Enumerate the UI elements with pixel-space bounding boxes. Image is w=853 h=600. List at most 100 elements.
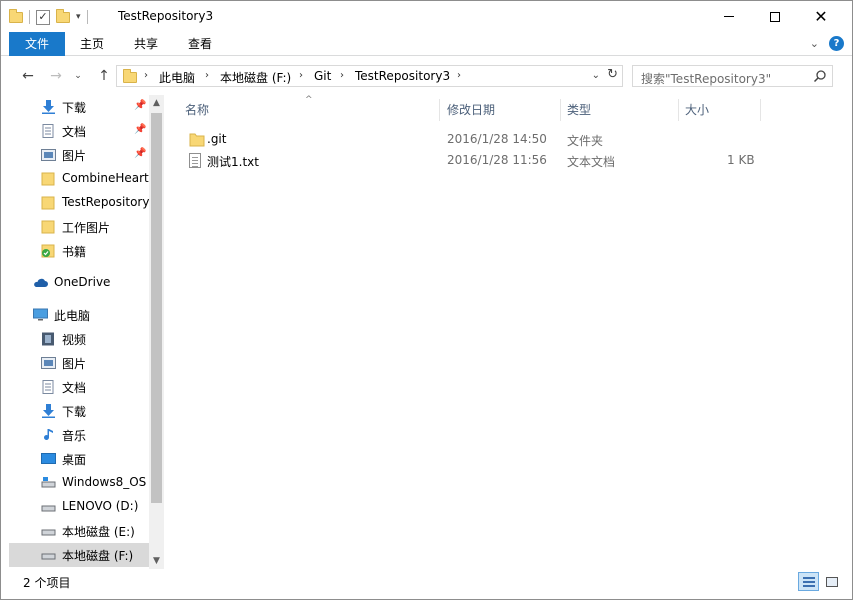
file-date: 2016/1/28 14:50: [447, 132, 547, 146]
navigation-pane: 下载 📌 文档 📌 图片 📌 CombineHeart TestReposito…: [9, 95, 149, 569]
sidebar-item-label: 本地磁盘 (F:): [62, 549, 134, 563]
pin-icon[interactable]: 📌: [134, 124, 146, 135]
title-bar: ✓ ▾ TestRepository3 ✕: [1, 1, 852, 32]
tab-home[interactable]: 主页: [65, 32, 119, 56]
window-title: TestRepository3: [118, 9, 214, 23]
recent-locations-chevron-icon[interactable]: ⌄: [72, 66, 84, 86]
sidebar-item-label: CombineHeart: [62, 171, 149, 185]
table-row[interactable]: 测试1.txt 2016/1/28 11:56 文本文档 1 KB: [179, 150, 761, 171]
sidebar-item-pictures-pinned[interactable]: 图片 📌: [9, 143, 149, 167]
sidebar-item-lenovo-d[interactable]: LENOVO (D:): [9, 495, 149, 519]
maximize-icon: [770, 11, 780, 22]
folder-icon: [41, 196, 55, 210]
search-icon[interactable]: [813, 69, 827, 83]
sidebar-item-downloads[interactable]: 下载: [9, 399, 149, 423]
breadcrumb-chevron-icon[interactable]: ›: [299, 70, 303, 81]
address-dropdown-icon[interactable]: ⌄: [592, 70, 600, 81]
sidebar-item-label: LENOVO (D:): [62, 499, 139, 513]
scroll-up-chevron-icon[interactable]: ▲: [149, 95, 164, 111]
toolbar-divider: [86, 10, 88, 24]
breadcrumb-testrepository3[interactable]: TestRepository3: [355, 69, 450, 83]
sidebar-item-desktop[interactable]: 桌面: [9, 447, 149, 471]
back-arrow-icon[interactable]: ←: [18, 66, 38, 86]
close-icon: ✕: [814, 7, 828, 26]
details-view-button[interactable]: [798, 572, 819, 591]
search-input[interactable]: 搜索"TestRepository3": [632, 65, 833, 87]
quick-access-toolbar: ✓ ▾: [9, 7, 88, 27]
large-icons-view-button[interactable]: [821, 572, 842, 591]
up-arrow-icon[interactable]: ↑: [94, 66, 114, 86]
sidebar-item-work-pictures[interactable]: 工作图片: [9, 215, 149, 239]
sidebar-item-label: Windows8_OS: [62, 475, 147, 489]
breadcrumb-chevron-icon[interactable]: ›: [205, 70, 209, 81]
address-bar[interactable]: › 此电脑 › 本地磁盘 (F:) › Git › TestRepository…: [116, 65, 623, 87]
minimize-icon: [724, 16, 734, 17]
sidebar-item-label: 书籍: [62, 245, 87, 259]
breadcrumb-chevron-icon[interactable]: ›: [457, 70, 461, 81]
folder-icon: [41, 172, 55, 186]
pin-icon[interactable]: 📌: [134, 100, 146, 111]
sidebar-item-label: 下载: [62, 405, 87, 419]
sidebar-item-label: OneDrive: [54, 275, 111, 289]
sidebar-item-music[interactable]: 音乐: [9, 423, 149, 447]
folder-icon: [9, 8, 23, 23]
new-folder-icon[interactable]: [56, 8, 70, 23]
properties-icon[interactable]: ✓: [36, 9, 50, 25]
sidebar-item-windows8-os[interactable]: Windows8_OS: [9, 471, 149, 495]
column-header-size[interactable]: 大小: [679, 99, 761, 121]
sidebar-scrollbar[interactable]: ▲ ▼: [149, 95, 164, 569]
tab-share[interactable]: 共享: [119, 32, 173, 56]
expand-ribbon-chevron-down-icon[interactable]: ⌄: [810, 37, 819, 50]
folder-icon: [123, 69, 137, 83]
tab-view[interactable]: 查看: [173, 32, 227, 56]
sidebar-item-onedrive[interactable]: OneDrive: [9, 271, 149, 295]
forward-arrow-icon[interactable]: →: [46, 66, 66, 86]
sidebar-item-this-pc[interactable]: 此电脑: [9, 303, 149, 327]
search-placeholder: 搜索"TestRepository3": [641, 72, 772, 86]
text-file-icon: [189, 153, 205, 168]
breadcrumb-chevron-icon[interactable]: ›: [144, 70, 148, 81]
desktop-icon: [41, 453, 56, 464]
ribbon-tabs: 文件 主页 共享 查看 ⌄ ?: [1, 32, 852, 56]
breadcrumb-chevron-icon[interactable]: ›: [340, 70, 344, 81]
sidebar-item-videos[interactable]: 视频: [9, 327, 149, 351]
sidebar-item-combineheart[interactable]: CombineHeart: [9, 167, 149, 191]
tab-file[interactable]: 文件: [9, 32, 65, 56]
scroll-down-chevron-icon[interactable]: ▼: [149, 553, 164, 569]
sidebar-item-pictures[interactable]: 图片: [9, 351, 149, 375]
customize-toolbar-icon[interactable]: ▾: [76, 12, 81, 22]
toolbar-divider: [29, 10, 30, 24]
file-type: 文件夹: [567, 134, 604, 148]
sidebar-item-label: 桌面: [62, 453, 87, 467]
document-icon: [42, 124, 54, 138]
breadcrumb-this-pc[interactable]: 此电脑: [159, 69, 195, 86]
refresh-icon[interactable]: ↻: [607, 67, 618, 82]
sidebar-item-downloads-pinned[interactable]: 下载 📌: [9, 95, 149, 119]
drive-icon: [41, 553, 56, 560]
file-name: 测试1.txt: [207, 155, 259, 169]
minimize-button[interactable]: [706, 1, 752, 32]
column-header-name[interactable]: 名称: [179, 99, 440, 121]
music-note-icon: [44, 429, 53, 440]
document-icon: [42, 380, 54, 394]
breadcrumb-drive-f[interactable]: 本地磁盘 (F:): [220, 69, 291, 86]
explorer-window: ✓ ▾ TestRepository3 ✕ 文件 主页 共享 查看 ⌄ ? ← …: [0, 0, 853, 600]
column-header-date[interactable]: 修改日期: [441, 99, 561, 121]
sidebar-item-local-disk-f[interactable]: 本地磁盘 (F:): [9, 543, 149, 567]
table-row[interactable]: .git 2016/1/28 14:50 文件夹: [179, 129, 761, 150]
pin-icon[interactable]: 📌: [134, 148, 146, 159]
sidebar-item-label: 图片: [62, 357, 87, 371]
close-button[interactable]: ✕: [798, 1, 844, 32]
folder-sync-icon: [41, 244, 55, 258]
scrollbar-thumb[interactable]: [151, 113, 162, 503]
file-name: .git: [207, 132, 227, 146]
sidebar-item-documents-pinned[interactable]: 文档 📌: [9, 119, 149, 143]
sidebar-item-testrepository[interactable]: TestRepository: [9, 191, 149, 215]
breadcrumb-git[interactable]: Git: [314, 69, 331, 83]
maximize-button[interactable]: [752, 1, 798, 32]
help-icon[interactable]: ?: [829, 36, 844, 51]
sidebar-item-books[interactable]: 书籍: [9, 239, 149, 263]
sidebar-item-documents[interactable]: 文档: [9, 375, 149, 399]
sidebar-item-local-disk-e[interactable]: 本地磁盘 (E:): [9, 519, 149, 543]
column-header-type[interactable]: 类型: [561, 99, 679, 121]
